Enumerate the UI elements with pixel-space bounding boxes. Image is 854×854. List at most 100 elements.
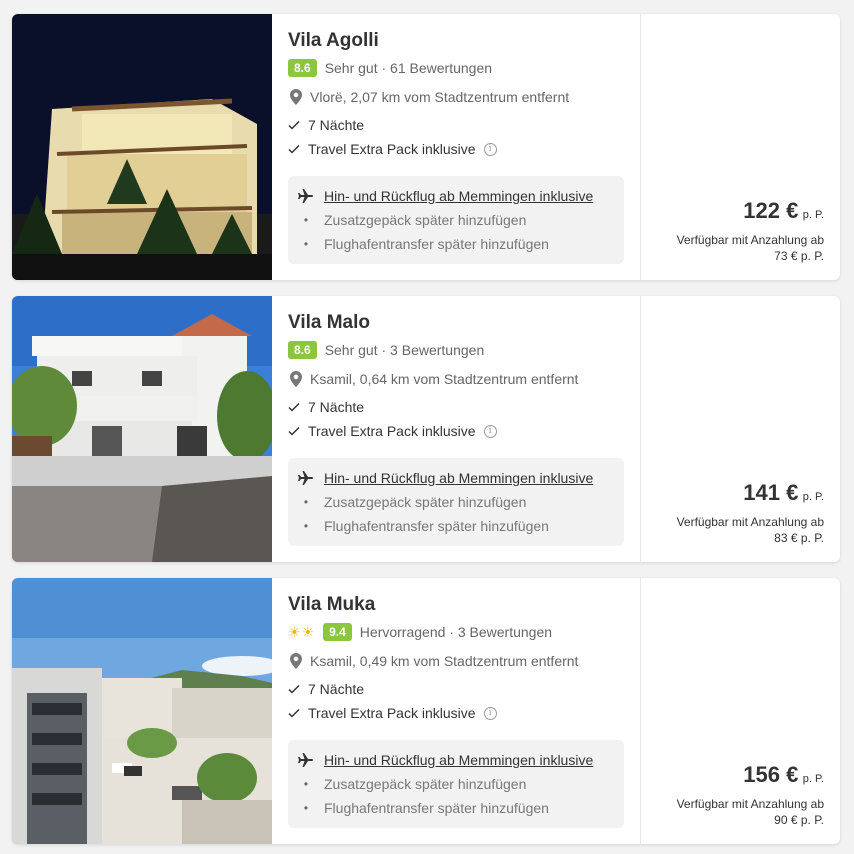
hotel-photo-image — [12, 578, 272, 844]
map-pin-icon — [290, 371, 302, 387]
check-icon — [288, 426, 300, 436]
deposit-label: Verfügbar mit Anzahlung ab — [676, 515, 824, 529]
rating-text: Sehr gut · 61 Bewertungen — [324, 60, 493, 76]
flight-link[interactable]: Hin- und Rückflug ab Memmingen inklusive — [324, 188, 593, 204]
bullet-icon: • — [303, 519, 309, 533]
price-column[interactable]: 141 € p. P. Verfügbar mit Anzahlung ab 8… — [641, 296, 840, 562]
feature-nights: 7 Nächte — [288, 397, 624, 417]
extra-pack-text: Travel Extra Pack inklusive — [308, 705, 476, 721]
check-icon — [288, 402, 300, 412]
flight-link[interactable]: Hin- und Rückflug ab Memmingen inklusive — [324, 752, 593, 768]
feature-nights: 7 Nächte — [288, 679, 624, 699]
location-row: Vlorë, 2,07 km vom Stadtzentrum entfernt — [288, 87, 624, 107]
price-amount: 141 € — [743, 480, 799, 505]
hotel-card[interactable]: Vila Muka ☀☀ 9.4 Hervorragend · 3 Bewert… — [12, 578, 840, 844]
transfer-row: • Flughafentransfer später hinzufügen — [298, 515, 614, 537]
rating-row: 8.6 Sehr gut · 3 Bewertungen — [288, 340, 624, 360]
rating-row: 8.6 Sehr gut · 61 Bewertungen — [288, 58, 624, 78]
location-text: Ksamil, 0,64 km vom Stadtzentrum entfern… — [310, 371, 579, 387]
price: 122 € p. P. — [743, 198, 824, 224]
score-badge: 8.6 — [288, 59, 317, 77]
hotel-photo[interactable] — [12, 578, 272, 844]
airplane-icon — [298, 753, 313, 767]
transfer-row: • Flughafentransfer später hinzufügen — [298, 797, 614, 819]
deposit-amount: 90 € p. P. — [774, 813, 824, 827]
price: 156 € p. P. — [743, 762, 824, 788]
score-badge: 8.6 — [288, 341, 317, 359]
hotel-name[interactable]: Vila Agolli — [288, 30, 624, 52]
hotel-name[interactable]: Vila Malo — [288, 312, 624, 334]
airplane-icon — [298, 471, 313, 485]
baggage-row: • Zusatzgepäck später hinzufügen — [298, 773, 614, 795]
deposit-amount: 73 € p. P. — [774, 249, 824, 263]
price-column[interactable]: 122 € p. P. Verfügbar mit Anzahlung ab 7… — [641, 14, 840, 280]
baggage-row: • Zusatzgepäck später hinzufügen — [298, 491, 614, 513]
check-icon — [288, 684, 300, 694]
bullet-icon: • — [303, 777, 309, 791]
deposit-amount: 83 € p. P. — [774, 531, 824, 545]
baggage-text: Zusatzgepäck später hinzufügen — [324, 212, 527, 228]
hotel-photo[interactable] — [12, 14, 272, 280]
flight-box: Hin- und Rückflug ab Memmingen inklusive… — [288, 740, 624, 828]
hotel-info: Vila Agolli 8.6 Sehr gut · 61 Bewertunge… — [272, 14, 640, 280]
check-icon — [288, 144, 300, 154]
transfer-text: Flughafentransfer später hinzufügen — [324, 800, 549, 816]
bullet-icon: • — [303, 801, 309, 815]
transfer-text: Flughafentransfer später hinzufügen — [324, 518, 549, 534]
location-row: Ksamil, 0,64 km vom Stadtzentrum entfern… — [288, 369, 624, 389]
price-per-person: p. P. — [802, 773, 824, 785]
map-pin-icon — [290, 653, 302, 669]
check-icon — [288, 120, 300, 130]
sun-icon: ☀☀ — [288, 623, 316, 640]
flight-box: Hin- und Rückflug ab Memmingen inklusive… — [288, 458, 624, 546]
deposit-info: Verfügbar mit Anzahlung ab 90 € p. P. — [677, 796, 824, 828]
rating-text: Hervorragend · 3 Bewertungen — [359, 624, 553, 640]
location-text: Ksamil, 0,49 km vom Stadtzentrum entfern… — [310, 653, 579, 669]
price-amount: 156 € — [743, 762, 799, 787]
info-icon[interactable]: i — [483, 706, 497, 720]
rating-text: Sehr gut · 3 Bewertungen — [324, 342, 485, 358]
baggage-row: • Zusatzgepäck später hinzufügen — [298, 209, 614, 231]
rating-row: ☀☀ 9.4 Hervorragend · 3 Bewertungen — [288, 622, 624, 642]
hotel-info: Vila Muka ☀☀ 9.4 Hervorragend · 3 Bewert… — [272, 578, 640, 844]
hotel-card[interactable]: Vila Agolli 8.6 Sehr gut · 61 Bewertunge… — [12, 14, 840, 280]
hotel-info: Vila Malo 8.6 Sehr gut · 3 Bewertungen K… — [272, 296, 640, 562]
bullet-icon: • — [303, 237, 309, 251]
price-column[interactable]: 156 € p. P. Verfügbar mit Anzahlung ab 9… — [641, 578, 840, 844]
baggage-text: Zusatzgepäck später hinzufügen — [324, 494, 527, 510]
feature-extra-pack: Travel Extra Pack inklusive i — [288, 703, 624, 723]
flight-link[interactable]: Hin- und Rückflug ab Memmingen inklusive — [324, 470, 593, 486]
flight-row: Hin- und Rückflug ab Memmingen inklusive — [298, 749, 614, 771]
hotel-name[interactable]: Vila Muka — [288, 594, 624, 616]
hotel-card[interactable]: Vila Malo 8.6 Sehr gut · 3 Bewertungen K… — [12, 296, 840, 562]
info-icon[interactable]: i — [483, 424, 497, 438]
extra-pack-text: Travel Extra Pack inklusive — [308, 423, 476, 439]
flight-row: Hin- und Rückflug ab Memmingen inklusive — [298, 185, 614, 207]
deposit-label: Verfügbar mit Anzahlung ab — [676, 797, 824, 811]
check-icon — [288, 708, 300, 718]
flight-row: Hin- und Rückflug ab Memmingen inklusive — [298, 467, 614, 489]
deposit-info: Verfügbar mit Anzahlung ab 73 € p. P. — [677, 232, 824, 264]
feature-nights: 7 Nächte — [288, 115, 624, 135]
airplane-icon — [298, 189, 313, 203]
feature-extra-pack: Travel Extra Pack inklusive i — [288, 139, 624, 159]
flight-box: Hin- und Rückflug ab Memmingen inklusive… — [288, 176, 624, 264]
transfer-row: • Flughafentransfer später hinzufügen — [298, 233, 614, 255]
score-badge: 9.4 — [323, 623, 352, 641]
price-per-person: p. P. — [802, 209, 824, 221]
bullet-icon: • — [303, 495, 309, 509]
nights-text: 7 Nächte — [308, 117, 365, 133]
baggage-text: Zusatzgepäck später hinzufügen — [324, 776, 527, 792]
hotel-photo[interactable] — [12, 296, 272, 562]
nights-text: 7 Nächte — [308, 681, 365, 697]
transfer-text: Flughafentransfer später hinzufügen — [324, 236, 549, 252]
hotel-photo-image — [12, 296, 272, 562]
deposit-info: Verfügbar mit Anzahlung ab 83 € p. P. — [677, 514, 824, 546]
extra-pack-text: Travel Extra Pack inklusive — [308, 141, 476, 157]
location-row: Ksamil, 0,49 km vom Stadtzentrum entfern… — [288, 651, 624, 671]
map-pin-icon — [290, 89, 302, 105]
hotel-photo-image — [12, 14, 272, 280]
price-amount: 122 € — [743, 198, 799, 223]
info-icon[interactable]: i — [483, 142, 497, 156]
price: 141 € p. P. — [743, 480, 824, 506]
